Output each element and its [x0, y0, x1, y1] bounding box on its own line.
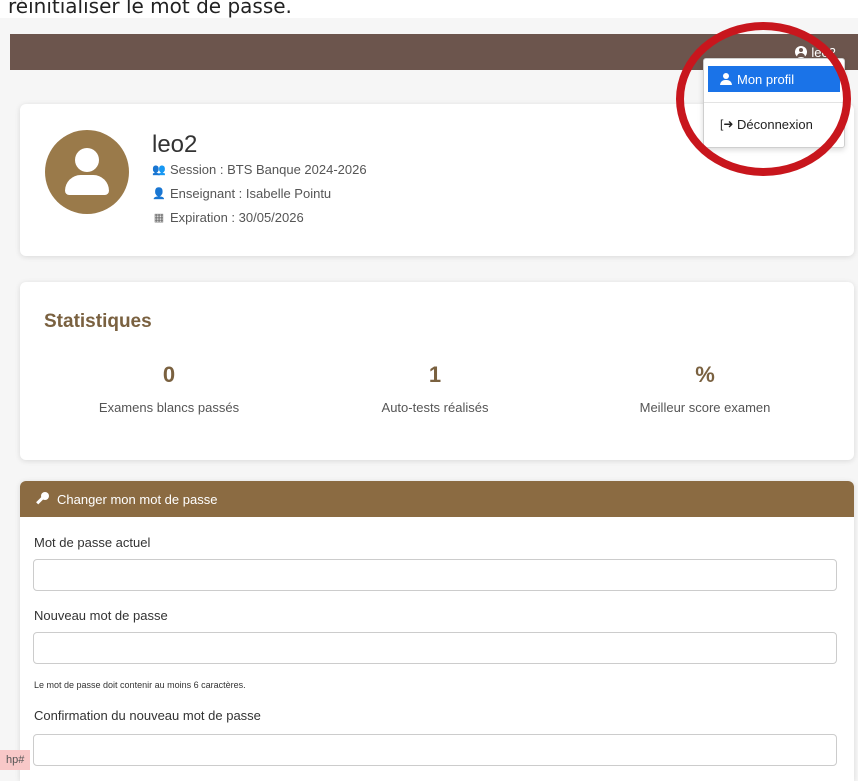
key-icon — [35, 492, 49, 506]
stat-best-score: % Meilleur score examen — [580, 362, 830, 415]
change-password-header: Changer mon mot de passe — [20, 481, 854, 517]
document-caption: réinitialiser le mot de passe. — [0, 0, 858, 18]
profile-session-text: Session : BTS Banque 2024-2026 — [170, 162, 367, 177]
current-password-input[interactable] — [33, 559, 837, 591]
avatar — [45, 130, 129, 214]
new-password-label: Nouveau mot de passe — [34, 608, 168, 623]
user-icon — [720, 73, 732, 85]
stat-value: % — [695, 362, 715, 387]
profile-session: 👥 Session : BTS Banque 2024-2026 — [152, 162, 367, 177]
menu-divider — [704, 102, 844, 103]
user-circle-icon — [795, 46, 808, 58]
debug-chip: hp# — [0, 750, 31, 770]
profile-expiration-text: Expiration : 30/05/2026 — [170, 210, 304, 225]
menu-item-profile-label: Mon profil — [737, 71, 795, 87]
profile-expiration: ▦ Expiration : 30/05/2026 — [152, 210, 304, 225]
stat-value: 1 — [428, 362, 442, 387]
teacher-icon: 👤 — [152, 188, 166, 200]
stat-value: 0 — [162, 362, 176, 387]
stats-title: Statistiques — [44, 311, 152, 332]
stats-card: Statistiques 0 Examens blancs passés 1 A… — [20, 282, 854, 460]
current-password-label: Mot de passe actuel — [34, 535, 151, 550]
profile-teacher-text: Enseignant : Isabelle Pointu — [170, 186, 332, 201]
confirm-password-label: Confirmation du nouveau mot de passe — [34, 708, 261, 723]
profile-teacher: 👤 Enseignant : Isabelle Pointu — [152, 186, 331, 201]
password-hint: Le mot de passe doit contenir au moins 6… — [34, 680, 246, 690]
user-dropdown-menu: Mon profil [➜ Déconnexion — [703, 58, 845, 148]
menu-item-profile[interactable]: Mon profil — [708, 66, 840, 92]
new-password-input[interactable] — [33, 632, 837, 664]
stat-label: Examens blancs passés — [98, 400, 240, 415]
stat-label: Meilleur score examen — [639, 400, 771, 415]
calendar-icon: ▦ — [153, 212, 165, 224]
change-password-title: Changer mon mot de passe — [57, 491, 218, 507]
menu-item-logout[interactable]: [➜ Déconnexion — [708, 111, 840, 137]
change-password-card: Changer mon mot de passe Mot de passe ac… — [20, 481, 854, 781]
sign-out-icon: [➜ — [720, 117, 734, 131]
stat-label: Auto-tests réalisés — [381, 400, 489, 415]
profile-name: leo2 — [152, 131, 198, 158]
users-icon: 👥 — [152, 164, 166, 176]
stat-mock-exams: 0 Examens blancs passés — [44, 362, 294, 415]
menu-item-logout-label: Déconnexion — [737, 116, 813, 132]
stat-self-tests: 1 Auto-tests réalisés — [310, 362, 560, 415]
confirm-password-input[interactable] — [33, 734, 837, 766]
